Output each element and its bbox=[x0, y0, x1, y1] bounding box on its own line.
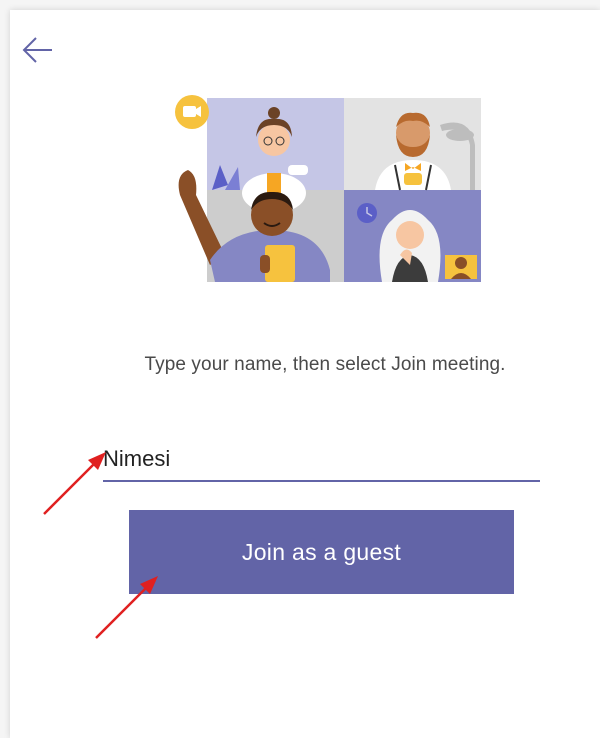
join-as-guest-button[interactable]: Join as a guest bbox=[129, 510, 514, 594]
instruction-text: Type your name, then select Join meeting… bbox=[144, 354, 506, 375]
name-input[interactable] bbox=[103, 440, 540, 478]
back-button[interactable] bbox=[20, 32, 56, 68]
video-camera-icon bbox=[175, 95, 209, 129]
back-arrow-icon bbox=[22, 37, 52, 63]
name-field[interactable] bbox=[103, 440, 540, 482]
join-meeting-panel: Type your name, then select Join meeting… bbox=[10, 10, 600, 738]
meeting-illustration bbox=[175, 95, 481, 282]
clock-icon bbox=[357, 203, 377, 223]
